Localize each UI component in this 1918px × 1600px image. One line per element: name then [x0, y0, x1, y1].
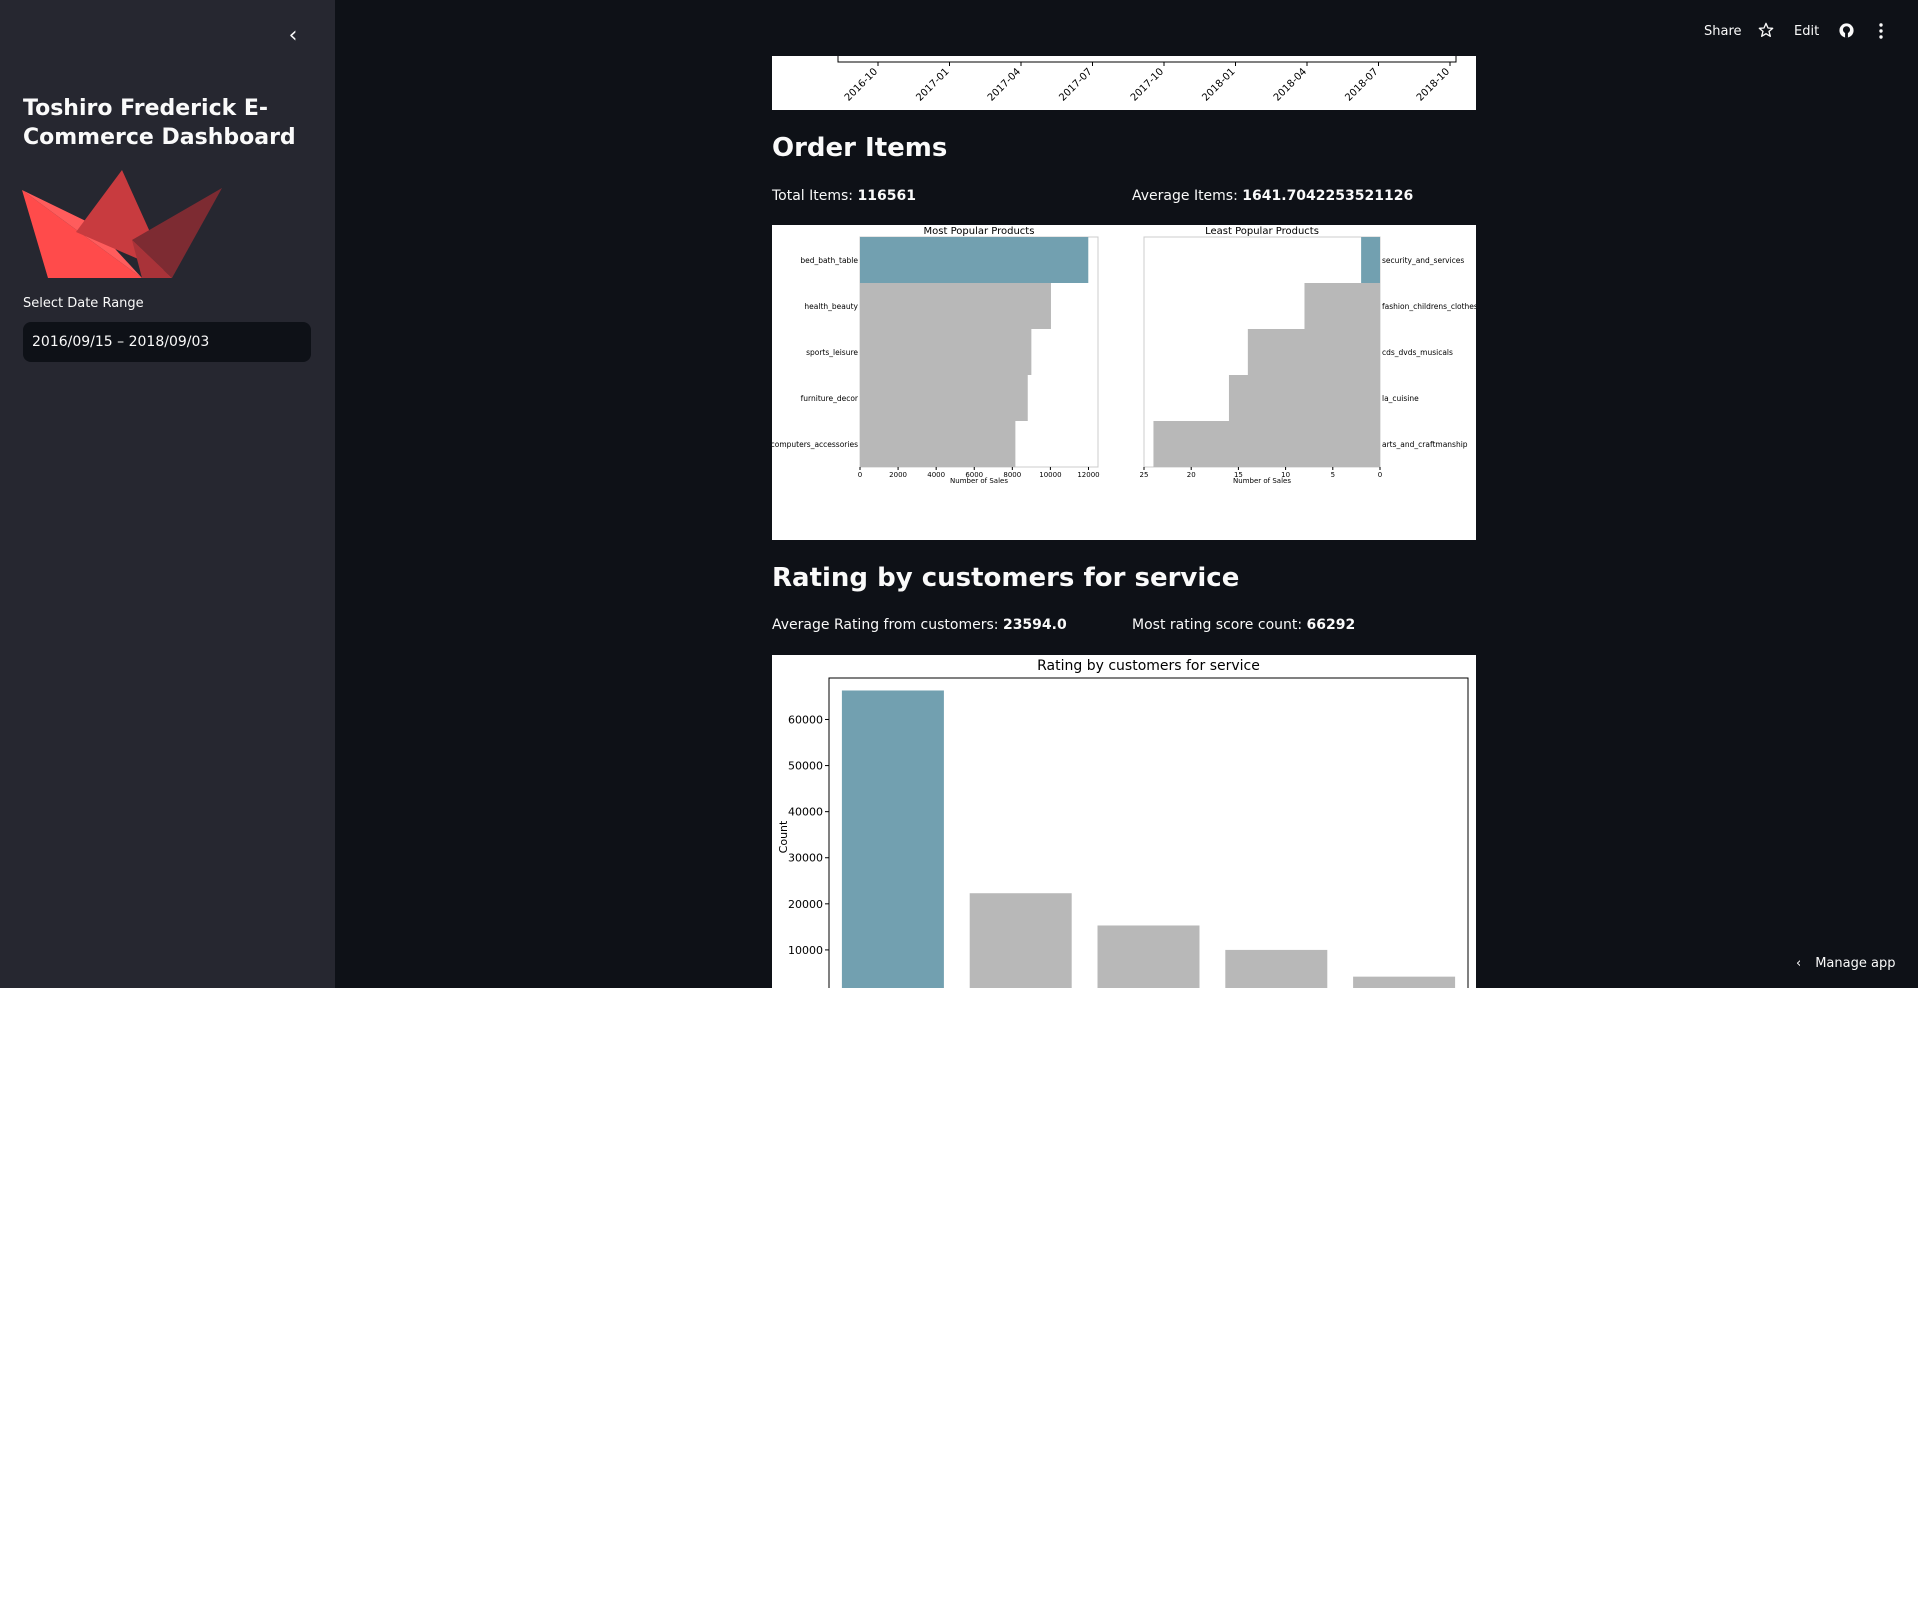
most-popular-x-tick-label: 0: [858, 471, 862, 479]
least-popular-category-label: la_cuisine: [1382, 394, 1419, 403]
timeline-tick-label: 2018-04: [1272, 66, 1309, 103]
rating-bar: [841, 690, 944, 988]
timeline-tick-label: 2017-01: [914, 66, 951, 103]
least-popular-x-tick-label: 0: [1378, 471, 1382, 479]
app-title: Toshiro Frederick E-Commerce Dashboard: [23, 96, 296, 150]
average-rating-label: Average Rating from customers:: [772, 617, 999, 633]
most-popular-bar: [860, 421, 1016, 467]
most-rating-metric: Most rating score count: 66292: [1132, 617, 1355, 633]
most-popular-bar: [860, 237, 1089, 283]
least-popular-x-label: Number of Sales: [1233, 477, 1291, 485]
date-range-label: Select Date Range: [23, 296, 144, 311]
edit-button[interactable]: Edit: [1794, 22, 1819, 42]
timeline-tick-label: 2017-10: [1129, 66, 1166, 103]
logo: [22, 170, 222, 278]
average-items-metric: Average Items: 1641.7042253521126: [1132, 188, 1413, 204]
average-items-value: 1641.7042253521126: [1242, 188, 1414, 204]
chevron-left-icon: ‹: [1796, 956, 1802, 971]
least-popular-category-label: arts_and_craftmanship: [1382, 440, 1468, 449]
least-popular-category-label: fashion_childrens_clothes: [1382, 302, 1476, 311]
rating-y-tick-label: 30000: [788, 852, 823, 865]
rating-title: Rating by customers for service: [772, 563, 1240, 593]
rating-y-tick-label: 10000: [788, 944, 823, 957]
rating-y-tick-label: 40000: [788, 806, 823, 819]
most-popular-x-tick-label: 2000: [889, 471, 907, 479]
most-popular-x-tick-label: 4000: [927, 471, 945, 479]
timeline-tick-label: 2018-01: [1200, 66, 1237, 103]
most-popular-category-label: health_beauty: [804, 302, 858, 311]
least-popular-bar: [1153, 421, 1380, 467]
average-items-label: Average Items:: [1132, 188, 1238, 204]
total-items-value: 116561: [857, 188, 916, 204]
average-rating-value: 23594.0: [1002, 617, 1067, 633]
star-icon[interactable]: [1758, 22, 1774, 45]
orders-timeline-chart: 2016-10 2017-01 2017-04 2017-07 2017-10 2018-…: [772, 56, 1476, 110]
rating-bar: [1225, 949, 1328, 988]
rating-y-tick-label: 20000: [788, 898, 823, 911]
most-rating-label: Most rating score count:: [1132, 617, 1303, 633]
most-popular-bar: [860, 375, 1028, 421]
rating-bar: [1353, 976, 1456, 988]
average-rating-metric: Average Rating from customers: 23594.0: [772, 617, 1067, 633]
least-popular-bar: [1247, 329, 1380, 375]
most-popular-category-label: computers_accessories: [772, 440, 858, 449]
rating-y-tick-label: 50000: [788, 760, 823, 773]
timeline-tick-label: 2017-04: [986, 66, 1023, 103]
manage-app-button[interactable]: ‹ Manage app: [1796, 956, 1895, 971]
rating-y-tick-label: 60000: [788, 713, 823, 726]
most-popular-bar: [860, 329, 1032, 375]
rating-chart-title: Rating by customers for service: [1037, 658, 1260, 674]
timeline-axis-frame: [837, 56, 1457, 63]
total-items-label: Total Items:: [772, 188, 854, 204]
most-popular-title: Most Popular Products: [924, 226, 1035, 237]
least-popular-bar: [1361, 237, 1380, 283]
most-popular-x-tick-label: 10000: [1039, 471, 1061, 479]
share-button[interactable]: Share: [1704, 22, 1742, 42]
timeline-tick-label: 2017-07: [1057, 66, 1094, 103]
most-popular-x-tick-label: 12000: [1077, 471, 1099, 479]
most-rating-value: 66292: [1306, 617, 1356, 633]
timeline-tick-label: 2018-10: [1415, 66, 1452, 103]
collapse-sidebar-icon[interactable]: ‹: [283, 24, 303, 48]
timeline-tick-label: 2016-10: [843, 66, 880, 103]
more-menu-icon[interactable]: [1878, 22, 1884, 47]
least-popular-title: Least Popular Products: [1205, 226, 1319, 237]
most-popular-category-label: bed_bath_table: [800, 256, 858, 265]
least-popular-category-label: security_and_services: [1382, 256, 1464, 265]
date-range-input[interactable]: 2016/09/15 – 2018/09/03: [23, 322, 311, 362]
main-content: 2016-10 2017-01 2017-04 2017-07 2017-10 2018-…: [771, 0, 1478, 988]
manage-app-label: Manage app: [1815, 956, 1896, 971]
most-popular-category-label: sports_leisure: [806, 348, 858, 357]
sidebar: ‹ Toshiro Frederick E-Commerce Dashboard…: [0, 0, 335, 988]
most-popular-bar: [860, 283, 1051, 329]
least-popular-x-tick-label: 20: [1187, 471, 1196, 479]
order-items-title: Order Items: [772, 133, 948, 163]
total-items-metric: Total Items: 116561: [772, 188, 916, 204]
most-popular-x-label: Number of Sales: [950, 477, 1008, 485]
rating-chart: Rating by customers for service 10000 2000…: [772, 655, 1476, 988]
timeline-tick-label: 2018-07: [1343, 66, 1380, 103]
least-popular-bar: [1228, 375, 1380, 421]
least-popular-x-tick-label: 25: [1140, 471, 1149, 479]
rating-y-label: Count: [777, 820, 790, 853]
least-popular-x-tick-label: 5: [1331, 471, 1335, 479]
rating-bar: [1097, 925, 1200, 988]
least-popular-bar: [1304, 283, 1380, 329]
most-popular-category-label: furniture_decor: [801, 394, 859, 403]
least-popular-category-label: cds_dvds_musicals: [1382, 348, 1453, 357]
rating-bar: [969, 893, 1072, 988]
app-root: ‹ Toshiro Frederick E-Commerce Dashboard…: [0, 0, 1918, 988]
github-icon[interactable]: [1838, 22, 1855, 46]
products-chart: Most Popular Products bed_bath_tablehealt…: [771, 225, 1478, 540]
